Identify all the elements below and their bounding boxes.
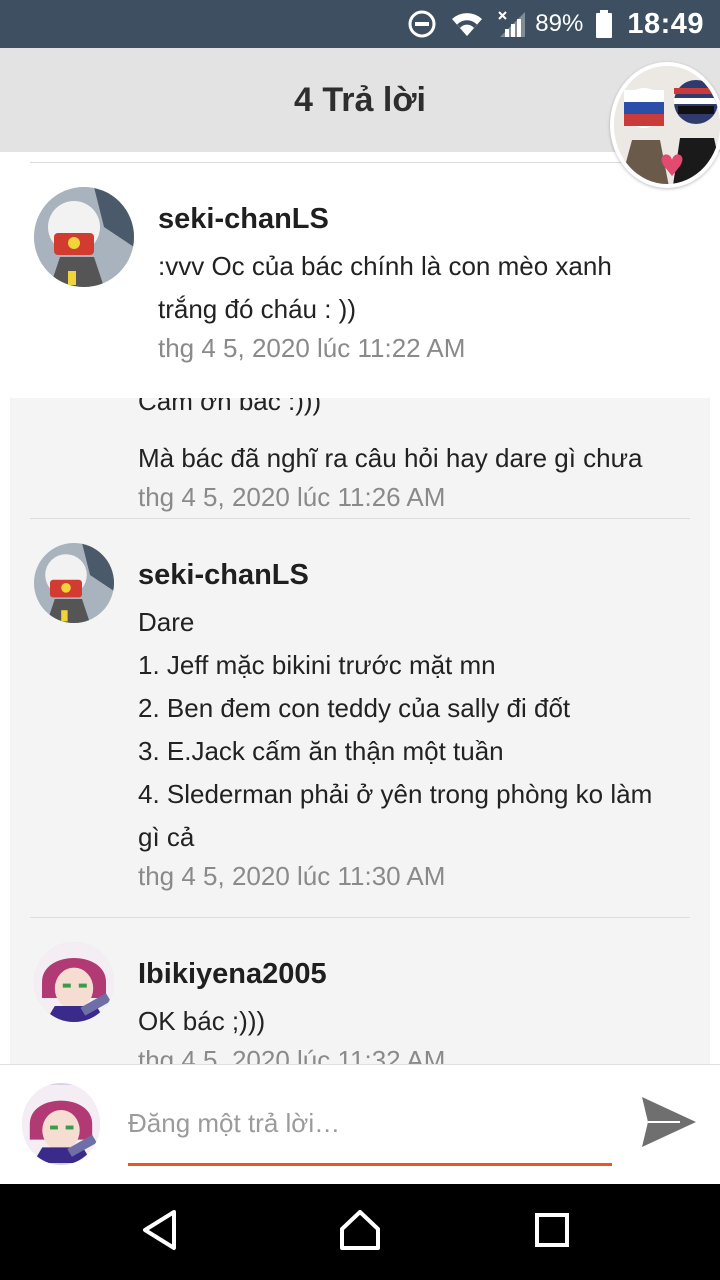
recent-apps-icon — [534, 1212, 570, 1253]
avatar[interactable] — [34, 187, 134, 287]
back-icon — [140, 1209, 180, 1256]
do-not-disturb-icon — [407, 9, 437, 39]
reply-input-underline — [128, 1163, 612, 1166]
home-button[interactable] — [336, 1208, 384, 1256]
send-icon — [640, 1095, 698, 1154]
comment-item: seki-chanLS Dare 1. Jeff mặc bikini trướ… — [0, 519, 720, 916]
comment-item: seki-chanLS :vvv Oc của bác chính là con… — [0, 163, 720, 398]
comment-thread: Cảm ơn bác :))) Mà bác đã nghĩ ra câu hỏ… — [0, 152, 720, 1064]
status-bar: 89% 18:49 — [0, 0, 720, 48]
comment-item: Ibikiyena2005 OK bác ;))) thg 4 5, 2020 … — [0, 918, 720, 1064]
comment-text-line: trắng đó cháu : )) — [158, 294, 356, 324]
home-icon — [338, 1209, 382, 1256]
system-nav-bar — [0, 1184, 720, 1280]
comment-timestamp: thg 4 5, 2020 lúc 11:32 AM — [138, 1045, 446, 1064]
comment-timestamp: thg 4 5, 2020 lúc 11:30 AM — [138, 861, 446, 891]
my-avatar — [22, 1083, 100, 1165]
comment-text-line: OK bác ;))) — [138, 1006, 266, 1036]
comment-timestamp: thg 4 5, 2020 lúc 11:22 AM — [158, 333, 466, 363]
comment-text-line: 2. Ben đem con teddy của sally đi đốt — [138, 693, 571, 723]
screen: 89% 18:49 4 Trả lời Cảm ơn bác :))) Mà b… — [0, 0, 720, 1280]
comment-text-line: 1. Jeff mặc bikini trước mặt mn — [138, 650, 496, 680]
comment-text-line: 4. Slederman phải ở yên trong phòng ko l… — [138, 779, 653, 809]
page-title: 4 Trả lời — [294, 80, 426, 119]
comment-text-line: :vvv Oc của bác chính là con mèo xanh — [158, 251, 612, 281]
recent-apps-button[interactable] — [528, 1208, 576, 1256]
comment-author[interactable]: Ibikiyena2005 — [138, 958, 327, 991]
send-button[interactable] — [638, 1095, 700, 1153]
comment-author[interactable]: seki-chanLS — [138, 559, 309, 592]
battery-percent: 89% — [535, 10, 584, 37]
comment-text-line: Dare — [138, 607, 195, 637]
comment-text-line: gì cả — [138, 822, 195, 852]
comment-timestamp: thg 4 5, 2020 lúc 11:26 AM — [138, 482, 446, 512]
avatar[interactable] — [34, 543, 114, 623]
comment-text-line: Mà bác đã nghĩ ra câu hỏi hay dare gì ch… — [138, 443, 643, 473]
reply-input[interactable] — [128, 1099, 612, 1147]
cell-signal-icon — [497, 9, 527, 39]
back-button[interactable] — [136, 1208, 184, 1256]
reply-bar — [0, 1064, 720, 1184]
comment-text-line: 3. E.Jack cấm ăn thận một tuần — [138, 736, 504, 766]
story-cover-avatar[interactable] — [610, 62, 720, 188]
wifi-icon — [449, 9, 485, 39]
battery-icon — [595, 9, 613, 39]
comment-author[interactable]: seki-chanLS — [158, 203, 329, 236]
avatar[interactable] — [34, 942, 114, 1022]
clock: 18:49 — [627, 7, 704, 40]
